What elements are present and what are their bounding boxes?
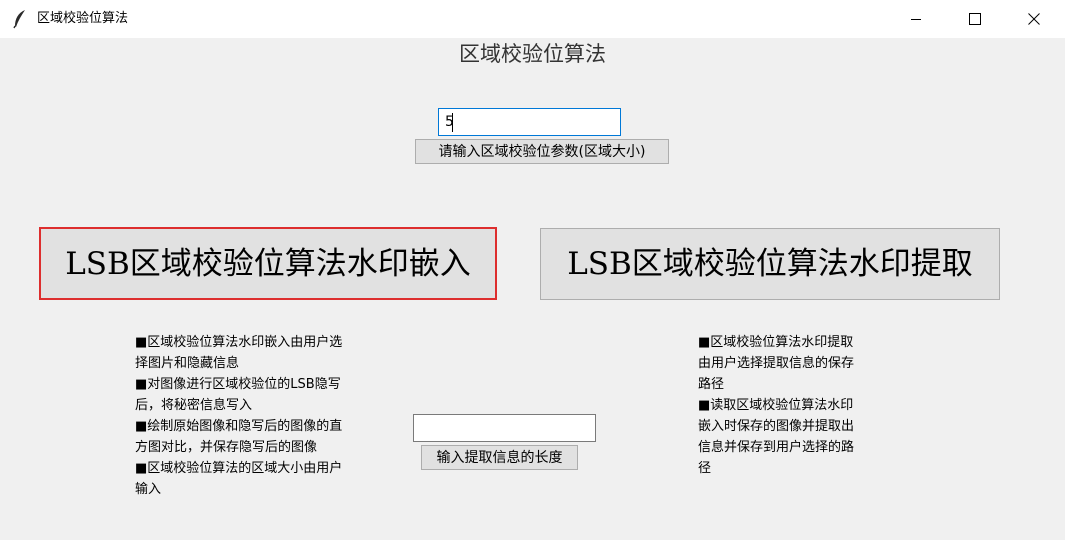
extract-desc-line: ■读取区域校验位算法水印 <box>698 398 854 413</box>
embed-desc-line: ■对图像进行区域校验位的LSB隐写 <box>135 377 341 392</box>
embed-desc-line: ■区域校验位算法的区域大小由用户 <box>135 461 343 476</box>
embed-desc-line: 输入 <box>135 482 162 497</box>
embed-desc-line: ■区域校验位算法水印嵌入由用户选 <box>135 335 343 350</box>
minimize-button[interactable] <box>893 0 939 38</box>
embed-desc-line: 后，将秘密信息写入 <box>135 398 253 413</box>
embed-desc-line: ■绘制原始图像和隐写后的图像的直 <box>135 419 343 434</box>
close-icon <box>1028 13 1040 25</box>
extract-desc-line: 径 <box>698 461 712 476</box>
set-extract-length-button[interactable]: 输入提取信息的长度 <box>421 445 578 470</box>
extract-desc-line: 信息并保存到用户选择的路 <box>698 440 855 455</box>
page-title: 区域校验位算法 <box>459 42 606 66</box>
set-region-size-button[interactable]: 请输入区域校验位参数(区域大小) <box>415 139 669 164</box>
region-size-input[interactable] <box>438 108 621 136</box>
extract-desc-line: 嵌入时保存的图像并提取出 <box>698 419 855 434</box>
maximize-icon <box>969 13 981 25</box>
maximize-button[interactable] <box>952 0 998 38</box>
embed-desc-line: 择图片和隐藏信息 <box>135 356 240 371</box>
close-button[interactable] <box>1011 0 1057 38</box>
extract-desc-line: 由用户选择提取信息的保存 <box>698 356 855 371</box>
extract-description: ■区域校验位算法水印提取 由用户选择提取信息的保存 路径 ■读取区域校验位算法水… <box>698 332 854 479</box>
extract-desc-line: ■区域校验位算法水印提取 <box>698 335 854 350</box>
embed-description: ■区域校验位算法水印嵌入由用户选 择图片和隐藏信息 ■对图像进行区域校验位的LS… <box>135 332 342 500</box>
extract-desc-line: 路径 <box>698 377 725 392</box>
extract-length-input[interactable] <box>413 414 596 442</box>
embed-desc-line: 方图对比，并保存隐写后的图像 <box>135 440 318 455</box>
extract-watermark-button[interactable]: LSB区域校验位算法水印提取 <box>540 228 1000 300</box>
text-caret <box>452 113 453 132</box>
window-title: 区域校验位算法 <box>37 11 129 26</box>
window-titlebar[interactable]: 区域校验位算法 <box>0 0 1065 38</box>
minimize-icon <box>911 19 921 20</box>
embed-watermark-button[interactable]: LSB区域校验位算法水印嵌入 <box>39 227 497 300</box>
feather-icon <box>12 9 28 29</box>
